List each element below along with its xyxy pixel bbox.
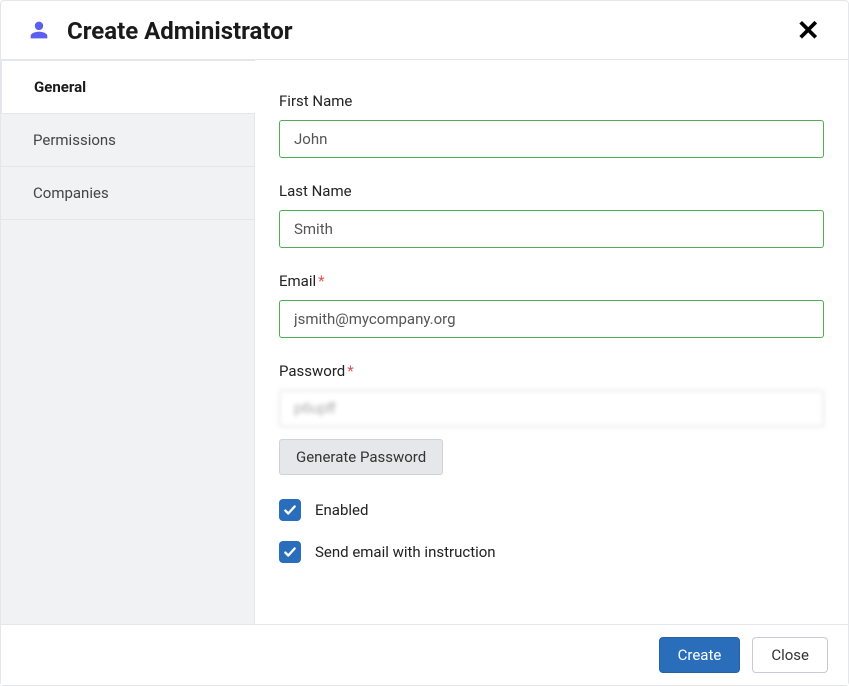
close-icon[interactable]: ✕ bbox=[793, 17, 824, 45]
field-email: Email* bbox=[279, 272, 824, 338]
tab-companies[interactable]: Companies bbox=[1, 167, 255, 220]
field-password: Password* Generate Password bbox=[279, 362, 824, 475]
close-button[interactable]: Close bbox=[752, 637, 828, 673]
field-first-name: First Name bbox=[279, 92, 824, 158]
enabled-checkbox-label: Enabled bbox=[315, 501, 368, 519]
person-icon bbox=[29, 20, 49, 42]
required-asterisk: * bbox=[347, 362, 353, 380]
email-label-text: Email bbox=[279, 272, 316, 290]
send-email-checkbox-label: Send email with instruction bbox=[315, 543, 496, 561]
tabs-filler bbox=[1, 220, 255, 624]
modal-header: Create Administrator ✕ bbox=[1, 1, 848, 60]
send-email-checkbox-row: Send email with instruction bbox=[279, 541, 824, 563]
email-input[interactable] bbox=[279, 300, 824, 338]
tabs-sidebar: General Permissions Companies bbox=[1, 60, 255, 624]
field-last-name: Last Name bbox=[279, 182, 824, 248]
send-email-checkbox[interactable] bbox=[279, 541, 301, 563]
last-name-input[interactable] bbox=[279, 210, 824, 248]
last-name-label: Last Name bbox=[279, 182, 824, 200]
modal-body: General Permissions Companies First Name… bbox=[1, 60, 848, 624]
enabled-checkbox-row: Enabled bbox=[279, 499, 824, 521]
check-icon bbox=[283, 503, 297, 517]
tab-permissions[interactable]: Permissions bbox=[1, 114, 255, 167]
password-label-text: Password bbox=[279, 362, 345, 380]
generate-password-button[interactable]: Generate Password bbox=[279, 439, 443, 475]
password-label: Password* bbox=[279, 362, 824, 380]
modal-footer: Create Close bbox=[1, 624, 848, 685]
create-button[interactable]: Create bbox=[659, 637, 741, 673]
create-administrator-modal: Create Administrator ✕ General Permissio… bbox=[0, 0, 849, 686]
enabled-checkbox[interactable] bbox=[279, 499, 301, 521]
required-asterisk: * bbox=[318, 272, 324, 290]
form-area: First Name Last Name Email* Password* Ge… bbox=[255, 60, 848, 624]
first-name-label: First Name bbox=[279, 92, 824, 110]
email-label: Email* bbox=[279, 272, 824, 290]
check-icon bbox=[283, 545, 297, 559]
password-input[interactable] bbox=[279, 390, 824, 427]
tab-general[interactable]: General bbox=[1, 61, 255, 114]
first-name-input[interactable] bbox=[279, 120, 824, 158]
modal-title: Create Administrator bbox=[67, 17, 793, 45]
